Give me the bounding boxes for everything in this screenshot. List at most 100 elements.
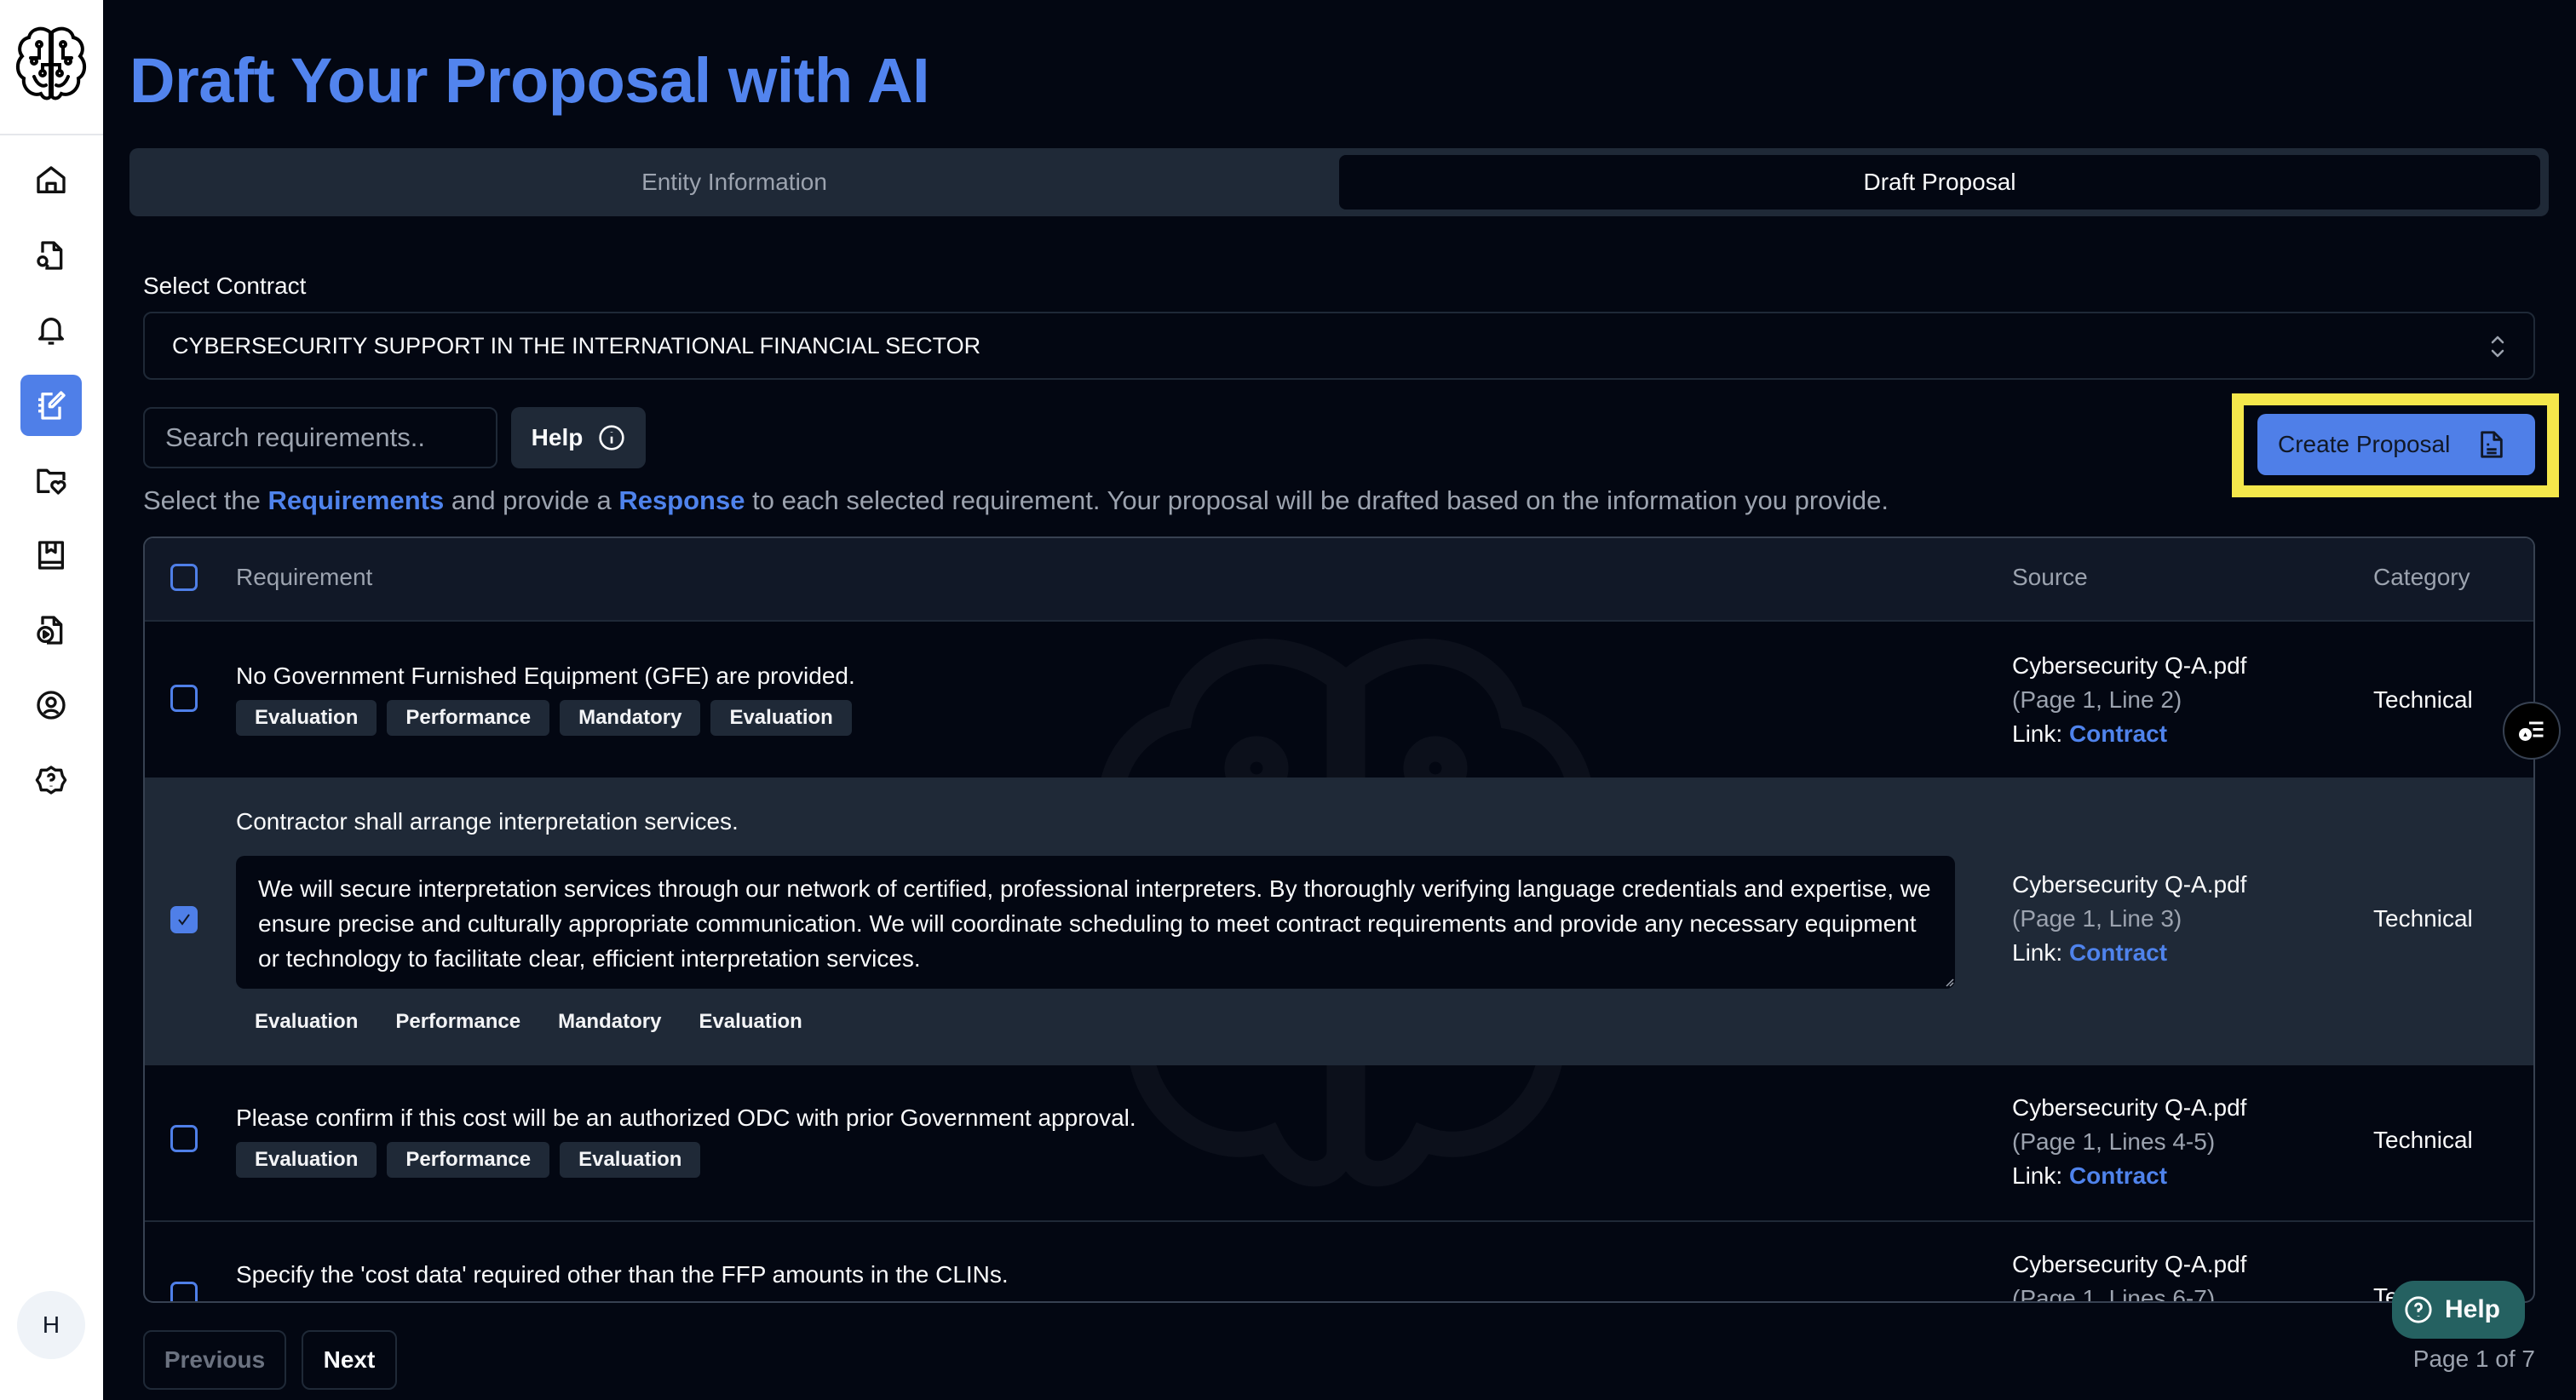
requirements-table: Requirement Source Category No Governmen…	[143, 536, 2535, 1303]
info-icon	[599, 425, 625, 450]
help-button-label: Help	[531, 424, 584, 450]
keyword-response: Response	[618, 485, 745, 515]
sidebar-item-media[interactable]	[20, 600, 82, 661]
sidebar-item-profile[interactable]	[20, 674, 82, 736]
table-row-selected[interactable]: Contractor shall arrange interpretation …	[145, 779, 2533, 1065]
row-checkbox-checked[interactable]	[170, 906, 198, 933]
instructions-text: Select the Requirements and provide a Re…	[143, 485, 1889, 516]
source-file: Cybersecurity Q-A.pdf	[2012, 1094, 2247, 1121]
header-category: Category	[2373, 564, 2470, 590]
tag: Evaluation	[560, 1142, 701, 1178]
table-row[interactable]: Please confirm if this cost will be an a…	[145, 1065, 2533, 1222]
row-checkbox[interactable]	[170, 1282, 198, 1301]
source-lines: (Page 1, Line 2)	[2012, 686, 2182, 713]
page-title: Draft Your Proposal with AI	[129, 45, 930, 116]
link-prefix: Link:	[2012, 939, 2069, 966]
outline-toggle-button[interactable]	[2503, 702, 2561, 760]
tag: Evaluation	[699, 1010, 802, 1033]
home-icon	[37, 166, 66, 193]
source-cell: Cybersecurity Q-A.pdf (Page 1, Lines 4-5…	[2012, 1091, 2246, 1193]
notebook-pen-icon	[38, 391, 66, 420]
tag: Mandatory	[560, 700, 701, 736]
source-cell: Cybersecurity Q-A.pdf (Page 1, Lines 6-7…	[2012, 1248, 2247, 1303]
sidebar-item-search-documents[interactable]	[20, 225, 82, 286]
keyword-requirements: Requirements	[267, 485, 445, 515]
category-cell: Technical	[2373, 1127, 2473, 1153]
row-checkbox[interactable]	[170, 685, 198, 712]
requirement-text: Specify the 'cost data' required other t…	[236, 1261, 1009, 1288]
link-prefix: Link:	[2012, 720, 2069, 747]
avatar-initial: H	[42, 1311, 60, 1338]
create-proposal-label: Create Proposal	[2278, 431, 2451, 457]
help-widget-button[interactable]: Help	[2392, 1281, 2525, 1339]
tag: Evaluation	[236, 1142, 377, 1178]
resize-grip-icon[interactable]	[1944, 977, 1954, 987]
bell-icon	[38, 318, 65, 345]
table-row[interactable]: No Government Furnished Equipment (GFE) …	[145, 622, 2533, 779]
requirement-text: No Government Furnished Equipment (GFE) …	[236, 663, 855, 689]
chevron-up-down-icon	[2491, 336, 2504, 358]
sidebar-item-saved[interactable]	[20, 450, 82, 511]
contract-link[interactable]: Contract	[2069, 1162, 2167, 1189]
source-file: Cybersecurity Q-A.pdf	[2012, 871, 2247, 898]
tag: Performance	[387, 700, 550, 736]
question-circle-icon	[2405, 1296, 2432, 1323]
select-contract-label: Select Contract	[143, 273, 307, 299]
contract-link[interactable]: Contract	[2069, 939, 2167, 966]
file-search-icon	[37, 241, 63, 270]
avatar[interactable]: H	[17, 1291, 85, 1359]
tag-list: Evaluation Performance Mandatory Evaluat…	[236, 1004, 821, 1040]
source-file: Cybersecurity Q-A.pdf	[2012, 652, 2247, 679]
instructions-part: and provide a	[444, 485, 619, 515]
tag: Evaluation	[710, 700, 852, 736]
brain-logo-icon[interactable]	[14, 24, 89, 106]
file-text-icon	[2481, 431, 2504, 458]
table-header: Requirement Source Category	[145, 538, 2533, 622]
link-prefix: Link:	[2012, 1162, 2069, 1189]
source-lines: (Page 1, Lines 6-7)	[2012, 1285, 2216, 1303]
tab-bar: Entity Information Draft Proposal	[129, 148, 2549, 216]
tab-draft-proposal[interactable]: Draft Proposal	[1339, 155, 2540, 209]
table-row[interactable]: Specify the 'cost data' required other t…	[145, 1222, 2533, 1303]
tag: Performance	[395, 1010, 521, 1033]
help-badge-icon	[35, 766, 67, 795]
sidebar-item-library[interactable]	[20, 525, 82, 586]
list-outline-icon	[2519, 721, 2544, 741]
tag: Performance	[387, 1142, 550, 1178]
contract-select-value: CYBERSECURITY SUPPORT IN THE INTERNATION…	[172, 332, 981, 359]
tab-entity-information[interactable]: Entity Information	[136, 155, 1332, 209]
search-requirements-input[interactable]	[143, 407, 497, 468]
sidebar-item-notifications[interactable]	[20, 300, 82, 361]
help-button[interactable]: Help	[511, 407, 646, 468]
file-video-icon	[37, 616, 63, 645]
tag-list: Evaluation Performance Mandatory Evaluat…	[236, 700, 852, 736]
next-page-button[interactable]: Next	[302, 1330, 397, 1390]
previous-page-button[interactable]: Previous	[143, 1330, 286, 1390]
instructions-part: Select the	[143, 485, 268, 515]
check-icon	[178, 914, 190, 926]
requirement-text: Contractor shall arrange interpretation …	[236, 808, 739, 835]
sidebar: H	[0, 0, 103, 1400]
header-source: Source	[2012, 564, 2088, 590]
user-circle-icon	[37, 691, 66, 720]
response-textarea[interactable]: We will secure interpretation services t…	[236, 856, 1955, 989]
sidebar-divider	[0, 134, 103, 135]
create-proposal-button[interactable]: Create Proposal	[2257, 414, 2535, 475]
tag: Evaluation	[255, 1010, 359, 1033]
book-icon	[38, 541, 65, 570]
select-all-checkbox[interactable]	[170, 564, 198, 591]
source-file: Cybersecurity Q-A.pdf	[2012, 1251, 2247, 1277]
sidebar-item-home[interactable]	[20, 150, 82, 211]
sidebar-item-draft-proposal[interactable]	[20, 375, 82, 436]
contract-select[interactable]: CYBERSECURITY SUPPORT IN THE INTERNATION…	[143, 312, 2535, 380]
contract-link[interactable]: Contract	[2069, 720, 2167, 747]
tag-list: Evaluation Performance Evaluation	[236, 1142, 701, 1178]
sidebar-item-help[interactable]	[20, 749, 82, 811]
row-checkbox[interactable]	[170, 1125, 198, 1152]
source-cell: Cybersecurity Q-A.pdf (Page 1, Line 2) L…	[2012, 649, 2246, 751]
source-lines: (Page 1, Line 3)	[2012, 905, 2182, 932]
requirement-text: Please confirm if this cost will be an a…	[236, 1105, 1136, 1131]
page-indicator: Page 1 of 7	[2412, 1345, 2535, 1372]
tag: Mandatory	[558, 1010, 662, 1033]
category-cell: Technical	[2373, 905, 2473, 932]
